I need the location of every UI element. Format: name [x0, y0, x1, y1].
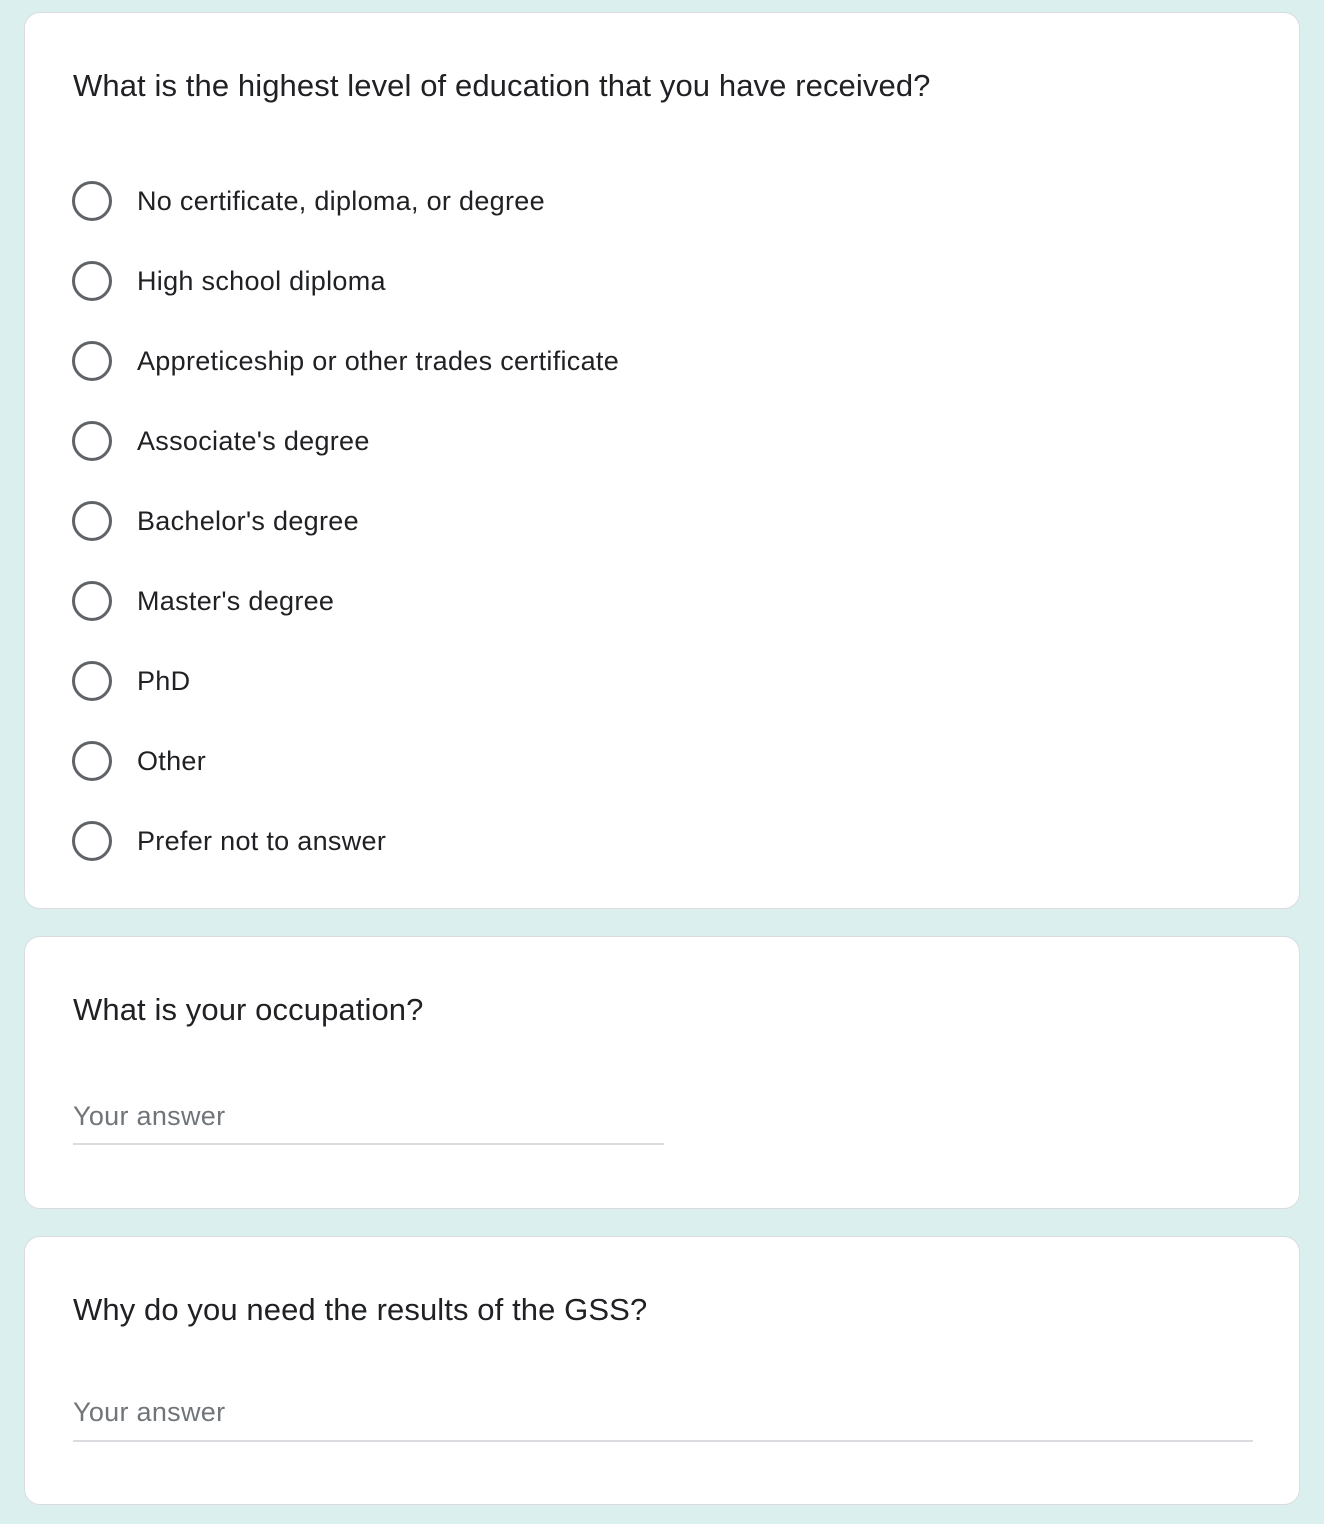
- radio-button-icon[interactable]: [72, 581, 112, 621]
- radio-button-icon[interactable]: [72, 661, 112, 701]
- radio-button-icon[interactable]: [72, 501, 112, 541]
- education-question-title: What is the highest level of education t…: [73, 68, 931, 103]
- education-option-phd[interactable]: PhD: [72, 641, 1172, 721]
- education-option-label: No certificate, diploma, or degree: [137, 186, 545, 216]
- education-option-high-school[interactable]: High school diploma: [72, 241, 1172, 321]
- education-option-label: Bachelor's degree: [137, 506, 359, 536]
- education-question-card: What is the highest level of education t…: [24, 12, 1300, 909]
- occupation-answer-input[interactable]: [73, 1097, 664, 1145]
- education-option-bachelors[interactable]: Bachelor's degree: [72, 481, 1172, 561]
- radio-button-icon[interactable]: [72, 741, 112, 781]
- reason-question-title: Why do you need the results of the GSS?: [73, 1292, 648, 1327]
- occupation-question-title: What is your occupation?: [73, 992, 424, 1027]
- radio-button-icon[interactable]: [72, 421, 112, 461]
- education-option-label: Appreticeship or other trades certificat…: [137, 346, 620, 376]
- education-option-label: Master's degree: [137, 586, 335, 616]
- education-option-other[interactable]: Other: [72, 721, 1172, 801]
- reason-question-card: Why do you need the results of the GSS?: [24, 1236, 1300, 1505]
- education-option-label: Other: [137, 746, 207, 776]
- radio-button-icon[interactable]: [72, 821, 112, 861]
- education-option-associates[interactable]: Associate's degree: [72, 401, 1172, 481]
- education-option-label: Associate's degree: [137, 426, 370, 456]
- education-option-no-certificate[interactable]: No certificate, diploma, or degree: [72, 161, 1172, 241]
- education-option-masters[interactable]: Master's degree: [72, 561, 1172, 641]
- education-options: No certificate, diploma, or degree High …: [72, 161, 1172, 881]
- education-option-label: High school diploma: [137, 266, 386, 296]
- radio-button-icon[interactable]: [72, 261, 112, 301]
- reason-answer-input[interactable]: [73, 1392, 1253, 1442]
- radio-button-icon[interactable]: [72, 341, 112, 381]
- education-option-label: PhD: [137, 666, 191, 696]
- education-option-prefer-not[interactable]: Prefer not to answer: [72, 801, 1172, 881]
- education-option-label: Prefer not to answer: [137, 826, 387, 856]
- education-option-apprenticeship[interactable]: Appreticeship or other trades certificat…: [72, 321, 1172, 401]
- radio-button-icon[interactable]: [72, 181, 112, 221]
- occupation-question-card: What is your occupation?: [24, 936, 1300, 1209]
